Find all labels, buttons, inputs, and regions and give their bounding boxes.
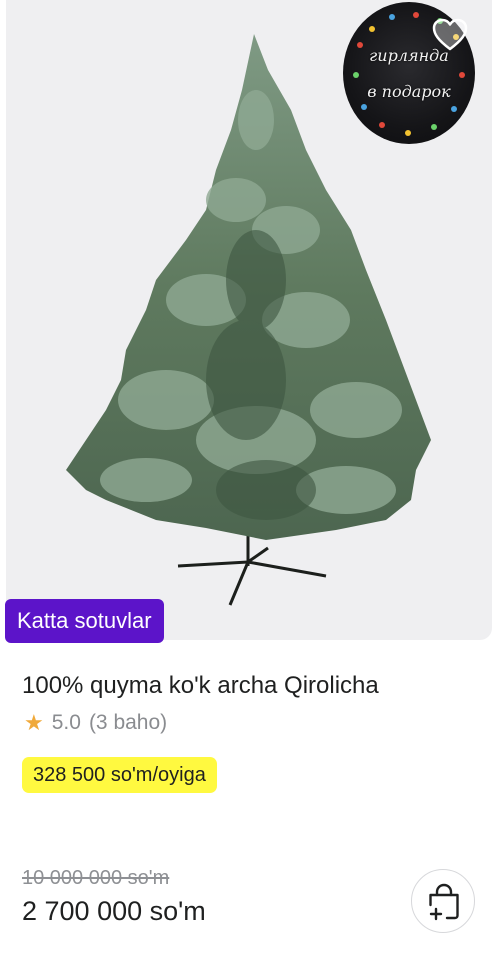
- promo-line-2: в подарок: [367, 82, 451, 101]
- best-seller-badge: Katta sotuvlar: [5, 599, 164, 643]
- review-count: (3 baho): [88, 711, 168, 734]
- star-icon: ★: [24, 710, 44, 735]
- product-card[interactable]: гирлянда в подарок Katta sotuvlar 100% q…: [0, 0, 492, 968]
- add-to-cart-button[interactable]: [411, 869, 475, 933]
- product-title[interactable]: 100% quyma ko'k archa Qirolicha: [22, 672, 379, 700]
- heart-icon[interactable]: [432, 18, 468, 52]
- rating-value: 5.0: [51, 711, 81, 734]
- add-to-cart-bag-icon: [429, 883, 459, 921]
- product-image-container[interactable]: гирлянда в подарок: [6, 0, 492, 640]
- rating-row: ★ 5.0 (3 baho): [24, 710, 167, 736]
- current-price: 2 700 000 so'm: [22, 896, 206, 926]
- installment-price-badge: 328 500 so'm/oyiga: [22, 757, 217, 793]
- old-price: 10 000 000 so'm: [22, 867, 170, 889]
